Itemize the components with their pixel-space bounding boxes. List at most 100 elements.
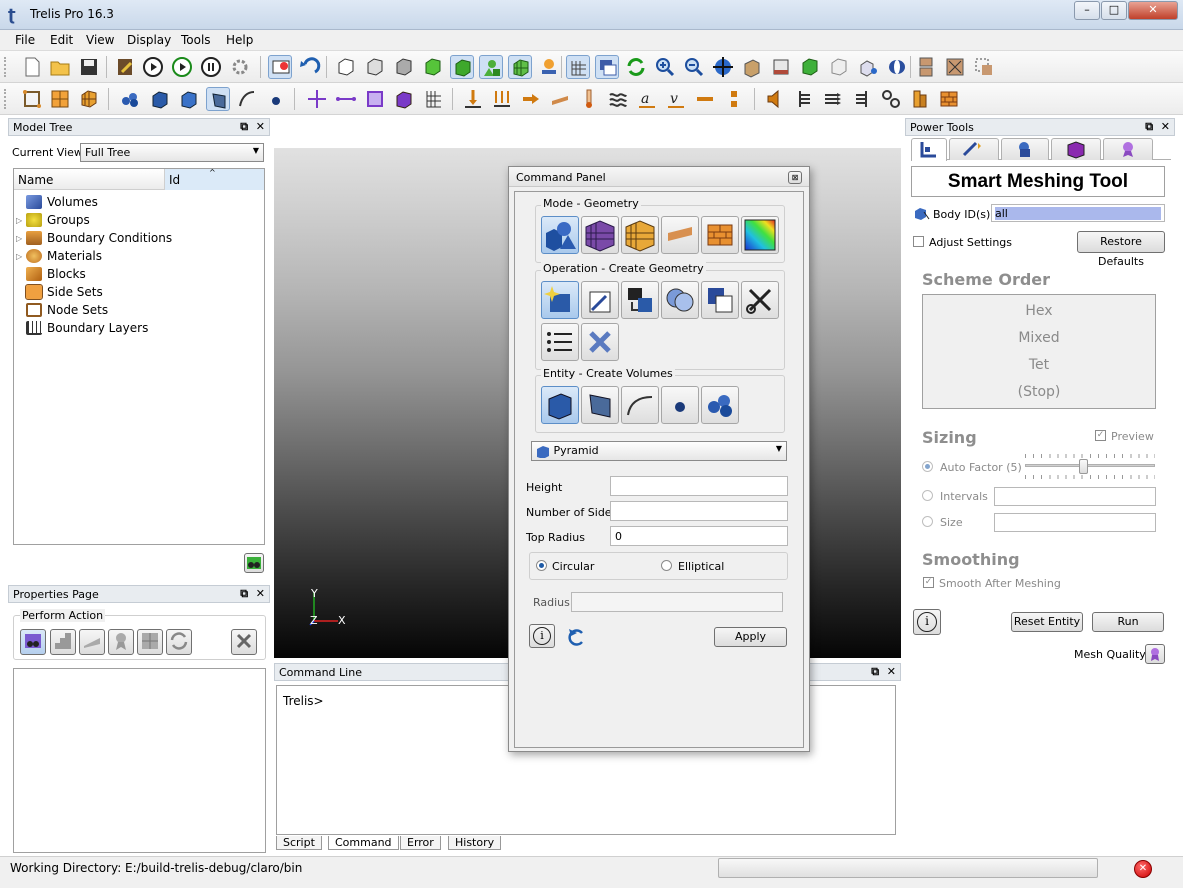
power-monitor-icon[interactable] xyxy=(268,55,292,79)
volume-cube-icon[interactable] xyxy=(148,87,172,111)
node-cross-icon[interactable] xyxy=(305,87,329,111)
displacement-icon[interactable] xyxy=(519,87,543,111)
mode-mesh-button[interactable] xyxy=(581,216,619,254)
heat-flux-icon[interactable] xyxy=(548,87,572,111)
bracket-right-icon[interactable] xyxy=(850,87,874,111)
menu-view[interactable]: View xyxy=(86,33,114,47)
curve-select-icon[interactable] xyxy=(235,87,259,111)
scheme-mixed[interactable]: Mixed xyxy=(923,330,1155,346)
light-bulb-icon[interactable] xyxy=(537,55,561,79)
close-panel-icon[interactable]: ✕ xyxy=(256,587,265,600)
tree-view[interactable]: Name Id ^ Volumes ▷ Groups ▷ Boundary Cond… xyxy=(13,168,265,545)
convection-icon[interactable] xyxy=(606,87,630,111)
tab-command[interactable]: Command xyxy=(328,836,399,850)
op-decompose-button[interactable] xyxy=(701,281,739,319)
number-of-sides-input[interactable] xyxy=(610,501,788,521)
col-name[interactable]: Name xyxy=(18,173,53,187)
shaded-cube-icon[interactable] xyxy=(392,55,416,79)
hex-mesh-icon[interactable] xyxy=(77,87,101,111)
velocity-icon[interactable]: v xyxy=(664,87,688,111)
op-boolean-button[interactable] xyxy=(661,281,699,319)
eye-view-icon[interactable] xyxy=(885,55,909,79)
entity-surface-button[interactable] xyxy=(581,386,619,424)
hidden-line-cube-icon[interactable] xyxy=(363,55,387,79)
pause-icon[interactable] xyxy=(199,55,223,79)
tab-blocks-tool[interactable] xyxy=(1051,138,1101,160)
power-info-button[interactable]: i xyxy=(913,609,941,635)
surface-select-icon[interactable] xyxy=(206,87,230,111)
tab-mesh-tool[interactable] xyxy=(911,138,947,161)
save-icon[interactable] xyxy=(77,55,101,79)
tab-error[interactable]: Error xyxy=(400,836,441,850)
radius-input[interactable] xyxy=(571,592,783,612)
tree-item-node-sets[interactable]: Node Sets xyxy=(16,301,108,319)
op-list-button[interactable] xyxy=(541,323,579,361)
body-ids-input[interactable]: all xyxy=(991,204,1165,222)
mode-boundary-conditions-button[interactable] xyxy=(661,216,699,254)
menu-edit[interactable]: Edit xyxy=(50,33,73,47)
slider-thumb[interactable] xyxy=(1079,459,1088,474)
smooth-after-checkbox[interactable]: ✓ xyxy=(923,577,934,588)
new-file-icon[interactable] xyxy=(20,55,44,79)
face-select-icon[interactable] xyxy=(363,87,387,111)
op-delete-button[interactable] xyxy=(581,323,619,361)
maximize-button[interactable]: □ xyxy=(1101,1,1127,20)
journal-icon[interactable] xyxy=(113,55,137,79)
element-select-icon[interactable] xyxy=(392,87,416,111)
top-radius-input[interactable]: 0 xyxy=(610,526,788,546)
scheme-stop[interactable]: (Stop) xyxy=(923,384,1155,400)
stop-icon[interactable]: ✕ xyxy=(1134,860,1152,878)
blocks-stack-icon[interactable] xyxy=(908,87,932,111)
op-create-button[interactable] xyxy=(541,281,579,319)
op-modify-button[interactable] xyxy=(581,281,619,319)
scheme-hex[interactable]: Hex xyxy=(923,303,1155,319)
isometric-view-icon[interactable] xyxy=(856,55,880,79)
close-button[interactable]: ✕ xyxy=(1128,1,1178,20)
auto-factor-radio[interactable] xyxy=(922,461,933,472)
entity-volume-button[interactable] xyxy=(541,386,579,424)
op-cleanup-button[interactable] xyxy=(741,281,779,319)
zoom-in-icon[interactable] xyxy=(653,55,677,79)
tree-item-groups[interactable]: ▷ Groups xyxy=(16,211,90,229)
scheme-tet[interactable]: Tet xyxy=(923,357,1155,373)
mode-geometry-button[interactable] xyxy=(541,216,579,254)
bracket-left-icon[interactable] xyxy=(792,87,816,111)
geometry-shapes-icon[interactable] xyxy=(479,55,503,79)
circular-radio[interactable] xyxy=(536,560,547,571)
mode-blocks-button[interactable] xyxy=(701,216,739,254)
tree-item-blocks[interactable]: Blocks xyxy=(16,265,86,283)
arrows-right-icon[interactable] xyxy=(821,87,845,111)
command-info-button[interactable]: i xyxy=(529,624,555,648)
menu-file[interactable]: File xyxy=(15,33,35,47)
zoom-out-icon[interactable] xyxy=(682,55,706,79)
run-button[interactable]: Run xyxy=(1092,612,1164,632)
entity-vertex-button[interactable] xyxy=(661,386,699,424)
transparent-box-icon[interactable] xyxy=(827,55,851,79)
group-volumes-icon[interactable] xyxy=(118,87,142,111)
undo-icon[interactable] xyxy=(297,55,321,79)
links-icon[interactable] xyxy=(879,87,903,111)
scheme-order-list[interactable]: Hex Mixed Tet (Stop) xyxy=(922,294,1156,409)
pressure-load-icon[interactable] xyxy=(490,87,514,111)
preview-checkbox[interactable]: ✓ xyxy=(1095,430,1106,441)
menu-display[interactable]: Display xyxy=(127,33,171,47)
height-input[interactable] xyxy=(610,476,788,496)
command-panel-close-button[interactable]: ⊠ xyxy=(788,171,802,184)
brick-wall-icon[interactable] xyxy=(937,87,961,111)
play-step-icon[interactable] xyxy=(170,55,194,79)
intervals-radio[interactable] xyxy=(922,490,933,501)
entity-group-button[interactable] xyxy=(701,386,739,424)
action-find-button[interactable] xyxy=(20,629,46,655)
volume-select-icon[interactable] xyxy=(177,87,201,111)
settings-gear-icon[interactable] xyxy=(228,55,252,79)
tree-item-boundary-conditions[interactable]: ▷ Boundary Conditions xyxy=(16,229,172,247)
green-cube-icon[interactable] xyxy=(421,55,445,79)
orient-box-icon[interactable] xyxy=(740,55,764,79)
size-input[interactable] xyxy=(994,513,1156,532)
float-icon[interactable]: ⧉ xyxy=(871,665,879,678)
gap-icon[interactable] xyxy=(722,87,746,111)
green-box-icon[interactable] xyxy=(798,55,822,79)
mesh-cube-icon[interactable] xyxy=(508,55,532,79)
tab-geometry-tool[interactable] xyxy=(949,138,999,160)
region-select-icon[interactable] xyxy=(972,55,996,79)
